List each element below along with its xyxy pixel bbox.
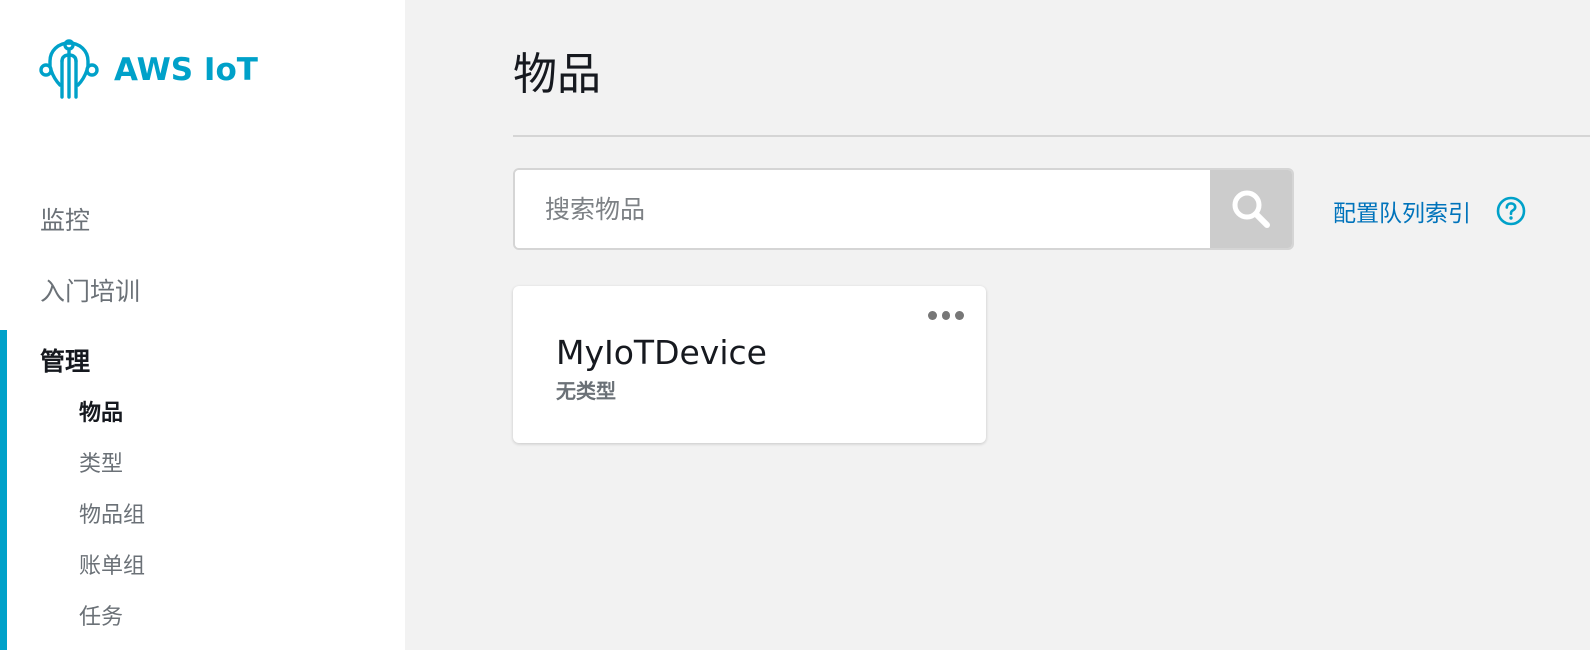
sidebar-subitem-jobs[interactable]: 任务 bbox=[79, 599, 123, 631]
sidebar-item-onboard[interactable]: 入门培训 bbox=[40, 272, 140, 308]
brand-name: AWS IoT bbox=[114, 52, 258, 88]
search-button[interactable] bbox=[1210, 170, 1292, 248]
menu-dot bbox=[955, 310, 965, 320]
search-icon bbox=[1232, 190, 1270, 228]
app-root: AWS IoT 监控 入门培训 管理 物品 类型 物品组 账单组 任务 物品 配… bbox=[0, 0, 1590, 650]
sidebar-subitem-thing-groups[interactable]: 物品组 bbox=[79, 497, 145, 529]
menu-dot bbox=[928, 310, 937, 320]
search-bar bbox=[513, 168, 1294, 250]
thing-type: 无类型 bbox=[556, 379, 616, 403]
sidebar-subitem-types[interactable]: 类型 bbox=[79, 446, 123, 478]
menu-dot bbox=[941, 310, 951, 320]
page-title: 物品 bbox=[513, 49, 601, 100]
aws-iot-logo-icon bbox=[39, 39, 99, 99]
active-section-indicator bbox=[0, 330, 7, 650]
thing-card[interactable]: MyIoTDevice 无类型 bbox=[513, 286, 986, 443]
search-input[interactable] bbox=[515, 170, 1210, 248]
sidebar-subitem-things[interactable]: 物品 bbox=[79, 395, 123, 427]
more-options-icon[interactable] bbox=[928, 308, 965, 322]
title-divider bbox=[513, 135, 1590, 137]
brand-logo[interactable]: AWS IoT bbox=[38, 38, 258, 102]
sidebar: AWS IoT 监控 入门培训 管理 物品 类型 物品组 账单组 任务 bbox=[0, 0, 405, 650]
sidebar-item-manage[interactable]: 管理 bbox=[40, 342, 90, 378]
help-icon[interactable] bbox=[1496, 196, 1526, 226]
thing-name[interactable]: MyIoTDevice bbox=[556, 333, 767, 372]
configure-fleet-indexing-link[interactable]: 配置队列索引 bbox=[1333, 194, 1471, 228]
sidebar-item-monitor[interactable]: 监控 bbox=[40, 201, 90, 237]
sidebar-subitem-billing-groups[interactable]: 账单组 bbox=[79, 548, 145, 580]
